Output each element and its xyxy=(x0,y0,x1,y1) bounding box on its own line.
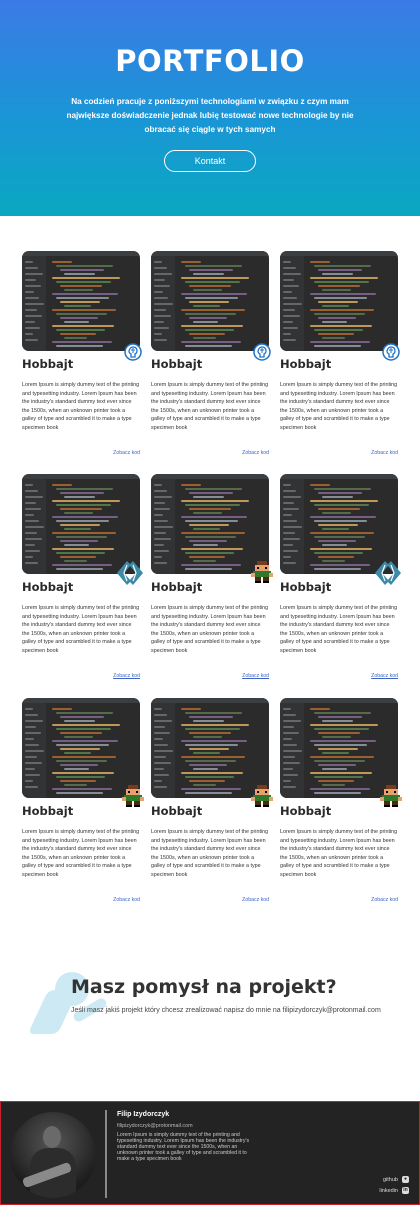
project-title: Hobbajt xyxy=(22,804,74,818)
project-title: Hobbajt xyxy=(22,580,74,594)
cta-section: Masz pomysł na projekt? Jeśli masz jakiś… xyxy=(0,960,420,1050)
project-description: Lorem Ipsum is simply dummy text of the … xyxy=(280,382,398,431)
project-card: Hobbajt Lorem Ipsum is simply dummy text … xyxy=(151,698,273,908)
view-code-link[interactable]: Zobacz kod xyxy=(242,450,269,456)
view-code-link[interactable]: Zobacz kod xyxy=(371,897,398,903)
project-screenshot[interactable] xyxy=(280,251,398,351)
brain-icon xyxy=(124,343,142,366)
linkedin-label: linkedin xyxy=(379,1187,398,1194)
footer-bio: Lorem Ipsum is simply dummy text of the … xyxy=(117,1132,250,1162)
project-card: Hobbajt Lorem Ipsum is simply dummy text … xyxy=(151,251,271,461)
project-title: Hobbajt xyxy=(22,357,74,371)
project-screenshot[interactable] xyxy=(22,251,140,351)
project-title: Hobbajt xyxy=(151,357,203,371)
project-card: Hobbajt Lorem Ipsum is simply dummy text … xyxy=(22,474,143,684)
project-card: Hobbajt Lorem Ipsum is simply dummy text … xyxy=(22,251,142,461)
cta-title: Masz pomysł na projekt? xyxy=(71,976,337,998)
view-code-link[interactable]: Zobacz kod xyxy=(242,897,269,903)
code-brackets-icon xyxy=(373,559,403,592)
github-icon: ● xyxy=(402,1176,409,1183)
view-code-link[interactable]: Zobacz kod xyxy=(113,450,140,456)
footer-name: Filip Izydorczyk xyxy=(117,1111,170,1118)
project-title: Hobbajt xyxy=(151,580,203,594)
pixel-character-icon xyxy=(122,785,144,812)
project-title: Hobbajt xyxy=(280,357,332,371)
project-card: Hobbajt Lorem Ipsum is simply dummy text … xyxy=(22,698,144,908)
project-card: Hobbajt Lorem Ipsum is simply dummy text … xyxy=(151,474,273,684)
project-title: Hobbajt xyxy=(280,580,332,594)
code-brackets-icon xyxy=(115,559,145,592)
view-code-link[interactable]: Zobacz kod xyxy=(113,673,140,679)
project-description: Lorem Ipsum is simply dummy text of the … xyxy=(22,382,140,431)
divider xyxy=(105,1110,107,1198)
pixel-character-icon xyxy=(380,785,402,812)
project-screenshot[interactable] xyxy=(151,698,269,798)
footer: Filip Izydorczyk filipizydorczyk@protonm… xyxy=(0,1101,420,1205)
hero-section: PORTFOLIO Na codzień pracuje z poniższym… xyxy=(0,0,420,216)
project-card: Hobbajt Lorem Ipsum is simply dummy text … xyxy=(280,698,402,908)
brain-icon xyxy=(253,343,271,366)
project-title: Hobbajt xyxy=(280,804,332,818)
project-description: Lorem Ipsum is simply dummy text of the … xyxy=(151,382,269,431)
project-screenshot[interactable] xyxy=(151,474,269,574)
page-title: PORTFOLIO xyxy=(115,44,305,78)
project-card: Hobbajt Lorem Ipsum is simply dummy text … xyxy=(280,474,401,684)
project-description: Lorem Ipsum is simply dummy text of the … xyxy=(22,829,140,878)
project-description: Lorem Ipsum is simply dummy text of the … xyxy=(280,829,398,878)
project-screenshot[interactable] xyxy=(22,698,140,798)
project-title: Hobbajt xyxy=(151,804,203,818)
contact-button[interactable]: Kontakt xyxy=(164,150,256,172)
project-description: Lorem Ipsum is simply dummy text of the … xyxy=(280,605,398,654)
project-screenshot[interactable] xyxy=(151,251,269,351)
pixel-character-icon xyxy=(251,561,273,588)
cta-text: Jeśli masz jakiś projekt który chcesz zr… xyxy=(71,1007,381,1014)
brain-icon xyxy=(382,343,400,366)
github-link[interactable]: github ● xyxy=(383,1176,409,1183)
linkedin-icon: in xyxy=(402,1187,409,1194)
github-label: github xyxy=(383,1176,398,1183)
project-description: Lorem Ipsum is simply dummy text of the … xyxy=(22,605,140,654)
footer-email[interactable]: filipizydorczyk@protonmail.com xyxy=(117,1123,193,1129)
view-code-link[interactable]: Zobacz kod xyxy=(371,673,398,679)
view-code-link[interactable]: Zobacz kod xyxy=(242,673,269,679)
project-screenshot[interactable] xyxy=(280,698,398,798)
project-description: Lorem Ipsum is simply dummy text of the … xyxy=(151,605,269,654)
profile-photo xyxy=(10,1112,96,1198)
view-code-link[interactable]: Zobacz kod xyxy=(113,897,140,903)
pixel-character-icon xyxy=(251,785,273,812)
view-code-link[interactable]: Zobacz kod xyxy=(371,450,398,456)
hero-subtitle: Na codzień pracuje z poniższymi technolo… xyxy=(66,97,354,134)
project-card: Hobbajt Lorem Ipsum is simply dummy text … xyxy=(280,251,400,461)
project-description: Lorem Ipsum is simply dummy text of the … xyxy=(151,829,269,878)
linkedin-link[interactable]: linkedin in xyxy=(379,1187,409,1194)
